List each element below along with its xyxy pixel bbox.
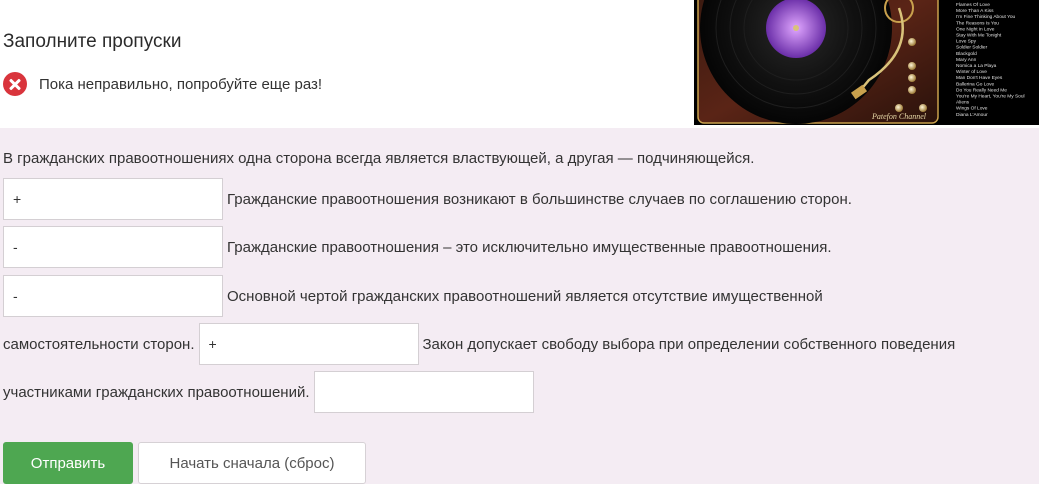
- answer-input[interactable]: [3, 178, 223, 220]
- statement-text: участниками гражданских правоотношений.: [3, 383, 310, 401]
- submit-button[interactable]: Отправить: [3, 442, 133, 484]
- turntable-illustration: Patefon Channel Flames Of LoveMore Than …: [694, 0, 1039, 125]
- answer-input[interactable]: [3, 226, 223, 268]
- statement-text: самостоятельности сторон.: [3, 335, 195, 353]
- answer-row: Основной чертой гражданских правоотношен…: [3, 275, 823, 317]
- playlist-item: Flames Of Love: [956, 2, 990, 8]
- error-icon: [3, 72, 27, 96]
- turntable-signature: Patefon Channel: [871, 112, 927, 121]
- reset-button[interactable]: Начать сначала (сброс): [138, 442, 366, 484]
- playlist-item: Man Don't Have Eyes: [956, 75, 1003, 81]
- playlist-item: You're My Heart, You're My Soul: [956, 94, 1025, 100]
- statement-text: Гражданские правоотношения возникают в б…: [227, 190, 852, 208]
- playlist-item: Do You Really Need Me: [956, 87, 1007, 93]
- playlist-item: Diana L'Amour: [956, 112, 988, 118]
- answer-row: самостоятельности сторон. Закон допускае…: [3, 323, 955, 365]
- playlist-item: Nomica a La Playa: [956, 63, 997, 69]
- playlist-item: One Night in Love: [956, 26, 995, 32]
- playlist-item: More Than A Kiss: [956, 8, 994, 14]
- feedback-message: Пока неправильно, попробуйте еще раз!: [3, 71, 322, 97]
- answer-row: участниками гражданских правоотношений.: [3, 371, 534, 413]
- answer-input[interactable]: [3, 275, 223, 317]
- intro-text: В гражданских правоотношениях одна сторо…: [3, 150, 755, 167]
- statement-text: Закон допускает свободу выбора при опред…: [422, 335, 956, 353]
- answer-row: Гражданские правоотношения – это исключи…: [3, 226, 832, 268]
- answer-row: Гражданские правоотношения возникают в б…: [3, 178, 852, 220]
- playlist-item: Soldier Soldier: [956, 45, 988, 51]
- playlist-item: Blackgold: [956, 51, 977, 57]
- task-area: В гражданских правоотношениях одна сторо…: [0, 128, 1039, 484]
- statement-text: Гражданские правоотношения – это исключи…: [227, 238, 832, 256]
- page-title: Заполните пропуски: [3, 31, 182, 52]
- playlist-item: Winter of Love: [956, 69, 987, 75]
- playlist-item: I'm Fine Thinking About You: [956, 14, 1016, 20]
- playlist-item: Stay With Me Tonight: [956, 33, 1002, 39]
- playlist-item: The Reasons Is You: [956, 20, 999, 26]
- statement-text: Основной чертой гражданских правоотношен…: [227, 287, 823, 305]
- playlist-item: Love Spy: [956, 39, 977, 45]
- playlist-item: Wings Of Love: [956, 106, 988, 112]
- turntable-image: Patefon Channel Flames Of Love More Than …: [694, 0, 1039, 125]
- playlist-item: Mary Ann: [956, 57, 977, 63]
- answer-input[interactable]: [313, 371, 534, 413]
- playlist-item: Ballerina Go Love: [956, 81, 994, 87]
- playlist-item: Aliens: [956, 100, 970, 106]
- feedback-text: Пока неправильно, попробуйте еще раз!: [39, 75, 323, 93]
- answer-input[interactable]: [198, 323, 419, 365]
